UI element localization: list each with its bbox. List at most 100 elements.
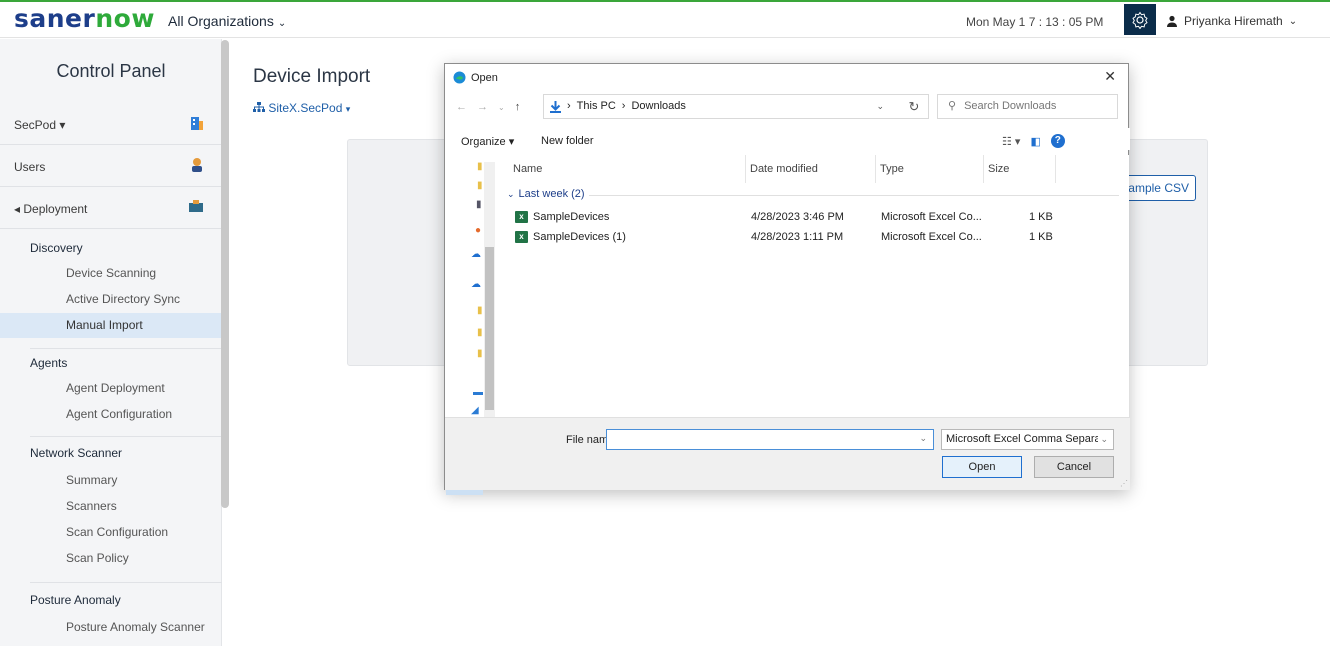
sanernow-logo[interactable]: sanernow [14,4,155,33]
organization-selector[interactable]: All Organizations ⌄ [168,13,286,29]
address-dropdown-icon[interactable]: ⌄ [876,95,884,118]
chevron-down-icon[interactable]: ⌄ [919,433,927,444]
deployment-icon [189,200,203,212]
view-options-icon[interactable]: ☷ ▾ [1002,135,1020,148]
breadcrumb-separator: › [567,100,571,112]
user-icon [1167,15,1177,27]
sidebar-item-active-directory-sync[interactable]: Active Directory Sync [0,287,222,312]
pictures-folder-icon[interactable]: ● [475,225,481,236]
forward-arrow-icon[interactable]: → [477,101,488,113]
dialog-footer: File name: ⌄ Microsoft Excel Comma Separ… [445,417,1130,490]
cancel-button[interactable]: Cancel [1034,456,1114,478]
settings-gear-button[interactable] [1124,4,1156,35]
breadcrumb-downloads[interactable]: Downloads [631,95,685,118]
column-separator [1055,155,1056,183]
preview-pane-icon[interactable]: ◧ [1030,135,1040,148]
sidebar-item-agent-configuration[interactable]: Agent Configuration [0,402,222,427]
this-pc-icon[interactable]: ▬ [473,387,483,398]
sidebar-item-manual-import[interactable]: Manual Import [0,313,222,338]
breadcrumb-separator: › [621,100,626,112]
divider [30,348,222,349]
network-icon[interactable]: ◢ [471,405,479,416]
help-icon[interactable]: ? [1050,134,1065,148]
sidebar-item-scan-policy[interactable]: Scan Policy [0,546,222,571]
datetime-display: Mon May 1 7 : 13 : 05 PM [966,15,1104,29]
excel-file-icon: x [515,231,528,244]
page-title: Device Import [253,66,371,87]
open-button[interactable]: Open [942,456,1022,478]
sidebar-item-scan-configuration[interactable]: Scan Configuration [0,520,222,545]
folder-icon[interactable]: ▮ [477,305,483,316]
sidebar-item-posture-anomaly-scanner[interactable]: Posture Anomaly Scanner [0,615,222,640]
sidebar-row-secpod[interactable]: SecPod ▾ [0,105,222,145]
folder-icon[interactable]: ▮ [477,327,483,338]
dialog-titlebar: Open [453,71,498,84]
section-posture-anomaly: Posture Anomaly [30,593,121,607]
file-row[interactable]: x SampleDevices (1) 4/28/2023 1:11 PM Mic… [515,228,1115,246]
sidebar-item-summary[interactable]: Summary [0,468,222,493]
navigation-arrows: ← → ⌄ ↑ [456,101,520,113]
top-bar: sanernow All Organizations ⌄ Mon May 1 7 … [0,0,1330,38]
search-downloads-input[interactable]: ⚲ Search Downloads [937,94,1118,119]
new-folder-button[interactable]: New folder [541,135,594,147]
group-divider [589,195,1119,196]
file-size-cell: 1 KB [1029,231,1053,243]
user-menu[interactable]: Priyanka Hiremath ⌄ [1166,14,1297,28]
sidebar-scrollbar[interactable] [221,40,229,508]
site-tree-icon [253,102,265,112]
column-separator [983,155,984,183]
user-name: Priyanka Hiremath [1184,14,1283,28]
column-header-date-modified[interactable]: Date modified [750,163,818,175]
sidebar-item-scanners[interactable]: Scanners [0,494,222,519]
building-icon [191,117,203,130]
chevron-down-icon: ⌄ [277,18,287,29]
column-header-type[interactable]: Type [880,163,904,175]
folder-icon[interactable]: ▮ [477,348,483,359]
navigation-pane: ▮ ▮ ▮ ● ☁ ☁ ▮ ▮ ▮ ▬ ◢ [445,155,483,495]
organize-menu[interactable]: Organize ▾ [461,135,514,148]
up-arrow-icon[interactable]: ↑ [515,101,521,113]
file-row[interactable]: x SampleDevices 4/28/2023 3:46 PM Microso… [515,208,1115,226]
close-icon[interactable]: ✕ [1104,68,1116,85]
file-name-input[interactable]: ⌄ [606,429,934,450]
view-controls: ☷ ▾ ◧ ? [1002,134,1065,148]
chevron-down-icon: ⌄ [507,188,515,199]
folder-icon[interactable]: ▮ [477,180,483,191]
onedrive-cloud-icon[interactable]: ☁ [471,249,481,260]
resize-grip-icon[interactable]: ⋰ [1120,479,1128,488]
sidebar-row-deployment[interactable]: ◂ Deployment [0,189,222,229]
users-icon [192,158,202,172]
group-header-last-week[interactable]: ⌄ Last week (2) [507,188,585,200]
edge-browser-icon [453,71,466,84]
onedrive-cloud-icon[interactable]: ☁ [471,279,481,290]
excel-file-icon: x [515,211,528,224]
breadcrumb-this-pc[interactable]: This PC [577,95,616,118]
sidebar-item-agent-deployment[interactable]: Agent Deployment [0,376,222,401]
file-name-cell: x SampleDevices [515,211,609,224]
sidebar-item-device-scanning[interactable]: Device Scanning [0,261,222,286]
search-icon: ⚲ [948,100,957,112]
folder-icon[interactable]: ▮ [477,161,483,172]
file-list: Name Date modified Type Size ⌄ Last week… [497,155,1129,417]
file-name-cell: x SampleDevices (1) [515,231,626,244]
caret-down-icon: ▾ [345,104,351,114]
back-arrow-icon[interactable]: ← [456,101,467,113]
site-selector[interactable]: SiteX.SecPod ▾ [253,101,350,115]
chevron-down-icon: ⌄ [1288,15,1298,27]
recent-chevron-icon[interactable]: ⌄ [498,103,505,112]
document-icon[interactable]: ▮ [476,199,482,210]
divider [30,436,222,437]
divider [30,582,222,583]
section-agents: Agents [30,356,68,370]
column-header-size[interactable]: Size [988,163,1009,175]
download-arrow-icon [550,100,561,113]
file-date-cell: 4/28/2023 3:46 PM [751,211,844,223]
column-header-name[interactable]: Name [513,163,542,175]
file-type-select[interactable]: Microsoft Excel Comma Separa ⌄ [941,429,1114,450]
nav-pane-scroll-thumb[interactable] [485,247,494,410]
sidebar-row-users[interactable]: Users [0,147,222,187]
refresh-icon[interactable]: ↻ [899,94,929,119]
column-separator [875,155,876,183]
address-bar[interactable]: › This PC › Downloads ⌄ [543,94,929,119]
chevron-down-icon: ⌄ [1098,430,1108,449]
